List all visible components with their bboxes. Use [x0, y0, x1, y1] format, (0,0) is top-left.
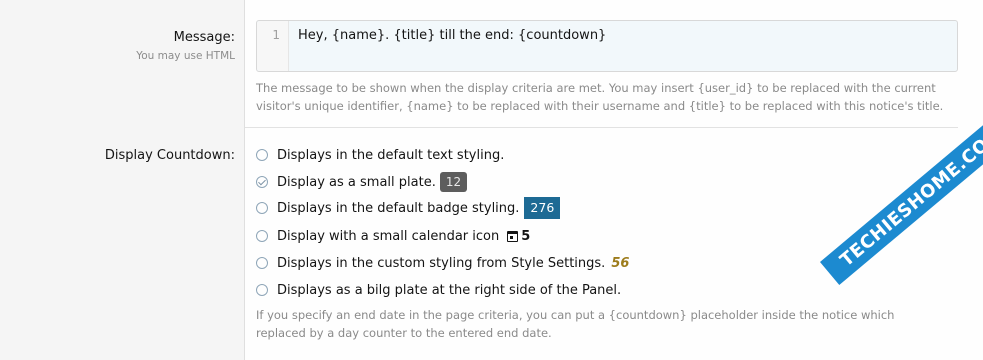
option-label: Displays in the default text styling.	[277, 147, 505, 163]
option-label: Displays in the custom styling from Styl…	[277, 255, 606, 271]
labels-column: Message: You may use HTML Display Countd…	[0, 0, 244, 360]
message-code[interactable]: Hey, {name}. {title} till the end: {coun…	[298, 28, 606, 43]
option-label: Display as a small plate.	[277, 174, 436, 190]
line-number: 1	[272, 28, 280, 42]
calendar-icon	[507, 230, 519, 242]
countdown-option-default-text[interactable]: Displays in the default text styling.	[256, 145, 504, 165]
calendar-sample: 5	[521, 228, 531, 244]
countdown-help-line-2: replaced by a day counter to the entered…	[256, 326, 552, 340]
radio-button[interactable]	[256, 284, 268, 296]
badge-sample: 276	[524, 197, 561, 219]
option-label: Displays in the default badge styling.	[277, 200, 520, 216]
countdown-help-text: If you specify an end date in the page c…	[256, 306, 966, 342]
countdown-option-custom-styling[interactable]: Displays in the custom styling from Styl…	[256, 253, 629, 273]
radio-button[interactable]	[256, 202, 268, 214]
message-editor[interactable]: 1 Hey, {name}. {title} till the end: {co…	[256, 20, 958, 72]
option-label: Displays as a bilg plate at the right si…	[277, 282, 622, 298]
radio-button[interactable]	[256, 149, 268, 161]
option-label: Display with a small calendar icon	[277, 228, 500, 244]
section-divider	[245, 127, 958, 128]
message-help-line-1: The message to be shown when the display…	[256, 81, 936, 95]
radio-button[interactable]	[256, 257, 268, 269]
form-content: 1 Hey, {name}. {title} till the end: {co…	[244, 0, 983, 360]
message-help-line-2: visitor's unique identifier, {name} to b…	[256, 99, 944, 113]
display-countdown-label: Display Countdown:	[104, 148, 235, 163]
custom-styling-sample: 56	[611, 255, 630, 271]
countdown-help-line-1: If you specify an end date in the page c…	[256, 308, 895, 322]
small-plate-sample: 12	[439, 172, 468, 192]
radio-button[interactable]	[256, 230, 268, 242]
message-label: Message:	[173, 30, 235, 45]
countdown-option-small-plate[interactable]: Display as a small plate. 12	[256, 172, 468, 192]
line-number-gutter: 1	[257, 21, 289, 71]
message-help-text: The message to be shown when the display…	[256, 79, 966, 115]
radio-button-checked[interactable]	[256, 176, 268, 188]
countdown-option-badge[interactable]: Displays in the default badge styling. 2…	[256, 197, 561, 219]
countdown-option-big-plate[interactable]: Displays as a bilg plate at the right si…	[256, 280, 621, 300]
message-sublabel: You may use HTML	[136, 50, 235, 62]
countdown-option-calendar-icon[interactable]: Display with a small calendar icon 5	[256, 226, 530, 246]
